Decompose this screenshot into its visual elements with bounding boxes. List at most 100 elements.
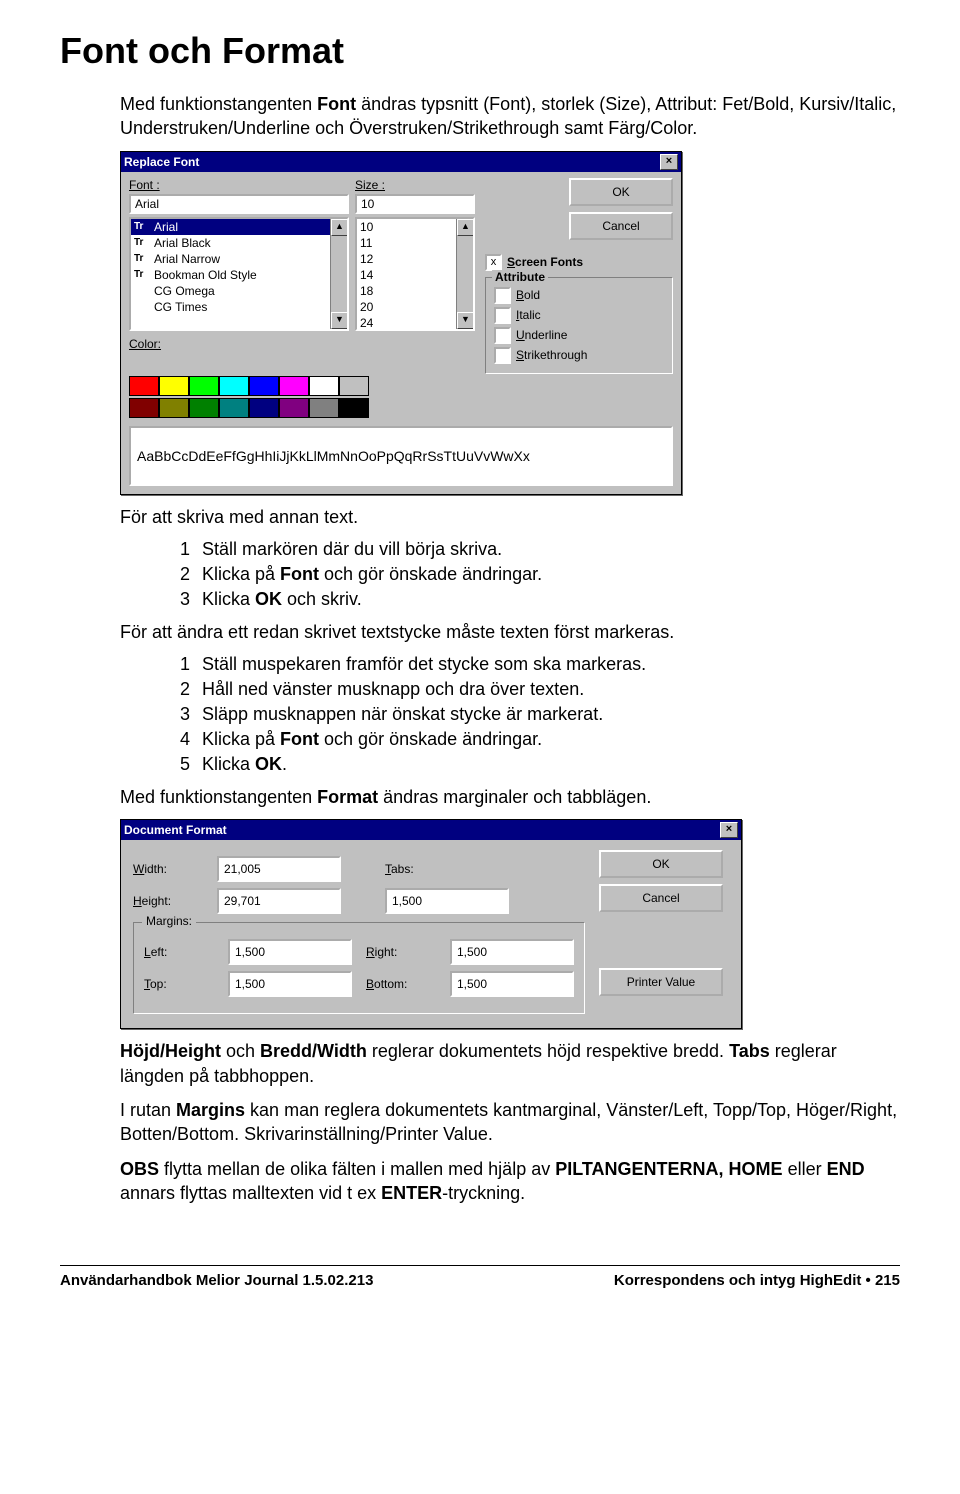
ok-button[interactable]: OK bbox=[599, 850, 723, 878]
dialog-titlebar[interactable]: Document Format × bbox=[121, 820, 741, 840]
list-item[interactable]: 24 bbox=[357, 315, 457, 331]
paragraph: I rutan Margins kan man reglera dokument… bbox=[120, 1098, 900, 1147]
dialog-title: Document Format bbox=[124, 823, 227, 837]
list-item[interactable]: CG Omega bbox=[131, 283, 331, 299]
scroll-up-icon[interactable]: ▲ bbox=[331, 219, 348, 236]
color-swatch[interactable] bbox=[159, 398, 189, 418]
color-label: Color: bbox=[129, 337, 349, 351]
paragraph: OBS flytta mellan de olika fälten i mall… bbox=[120, 1157, 900, 1206]
font-listbox[interactable]: TrArial TrArial Black TrArial Narrow TrB… bbox=[129, 217, 349, 331]
bottom-label: Bottom: bbox=[366, 977, 436, 991]
list-item[interactable]: 12 bbox=[357, 251, 457, 267]
height-input[interactable] bbox=[217, 888, 341, 914]
paragraph: Med funktionstangenten Format ändras mar… bbox=[120, 785, 900, 809]
color-swatch[interactable] bbox=[339, 376, 369, 396]
list-item[interactable]: CG Times bbox=[131, 299, 331, 315]
list-item: 1Ställ markören där du vill börja skriva… bbox=[160, 539, 900, 560]
list-item: 1Ställ muspekaren framför det stycke som… bbox=[160, 654, 900, 675]
dialog-title: Replace Font bbox=[124, 155, 199, 169]
dialog-titlebar[interactable]: Replace Font × bbox=[121, 152, 681, 172]
document-format-dialog: Document Format × Width: Tabs: Height: M… bbox=[120, 819, 742, 1029]
italic-label: Italic bbox=[516, 308, 541, 322]
list-item: 3Släpp musknappen när önskat stycke är m… bbox=[160, 704, 900, 725]
font-label: Font : bbox=[129, 178, 349, 192]
printer-value-button[interactable]: Printer Value bbox=[599, 968, 723, 996]
cancel-button[interactable]: Cancel bbox=[599, 884, 723, 912]
left-label: Left: bbox=[144, 945, 214, 959]
list-item: 4Klicka på Font och gör önskade ändringa… bbox=[160, 729, 900, 750]
paragraph: För att ändra ett redan skrivet textstyc… bbox=[120, 620, 900, 644]
color-swatch[interactable] bbox=[219, 376, 249, 396]
font-preview: AaBbCcDdEeFfGgHhIiJjKkLlMmNnOoPpQqRrSsTt… bbox=[129, 426, 673, 486]
page-title: Font och Format bbox=[60, 30, 900, 72]
width-label: Width: bbox=[133, 862, 203, 876]
margins-groupbox: Margins: Left: Right: Top: Bottom: bbox=[133, 922, 585, 1014]
list-item[interactable]: 11 bbox=[357, 235, 457, 251]
bottom-input[interactable] bbox=[450, 971, 574, 997]
ok-button[interactable]: OK bbox=[569, 178, 673, 206]
strikethrough-checkbox[interactable] bbox=[494, 347, 511, 364]
width-input[interactable] bbox=[217, 856, 341, 882]
top-input[interactable] bbox=[228, 971, 352, 997]
bold-checkbox[interactable] bbox=[494, 287, 511, 304]
color-swatch[interactable] bbox=[189, 376, 219, 396]
color-swatch[interactable] bbox=[219, 398, 249, 418]
left-input[interactable] bbox=[228, 939, 352, 965]
color-swatch[interactable] bbox=[309, 376, 339, 396]
color-swatch[interactable] bbox=[249, 376, 279, 396]
list-item[interactable]: TrArial bbox=[131, 219, 331, 235]
size-input[interactable] bbox=[355, 194, 475, 214]
color-swatch[interactable] bbox=[279, 398, 309, 418]
color-palette bbox=[129, 376, 673, 418]
color-swatch[interactable] bbox=[189, 398, 219, 418]
color-swatch[interactable] bbox=[309, 398, 339, 418]
right-input[interactable] bbox=[450, 939, 574, 965]
size-listbox[interactable]: 10 11 12 14 18 20 24 ▲ ▼ bbox=[355, 217, 475, 331]
list-item: 2Klicka på Font och gör önskade ändringa… bbox=[160, 564, 900, 585]
tabs-label: Tabs: bbox=[385, 862, 455, 876]
list-item[interactable]: 10 bbox=[357, 219, 457, 235]
size-label: Size : bbox=[355, 178, 475, 192]
list-item[interactable]: 20 bbox=[357, 299, 457, 315]
color-swatch[interactable] bbox=[339, 398, 369, 418]
color-swatch[interactable] bbox=[129, 376, 159, 396]
footer-left: Användarhandbok Melior Journal 1.5.02.21… bbox=[60, 1272, 373, 1289]
font-input[interactable] bbox=[129, 194, 349, 214]
close-icon[interactable]: × bbox=[660, 154, 678, 170]
color-swatch[interactable] bbox=[249, 398, 279, 418]
color-swatch[interactable] bbox=[279, 376, 309, 396]
underline-label: Underline bbox=[516, 328, 567, 342]
cancel-button[interactable]: Cancel bbox=[569, 212, 673, 240]
scroll-down-icon[interactable]: ▼ bbox=[457, 312, 474, 329]
list-item[interactable]: TrBookman Old Style bbox=[131, 267, 331, 283]
scroll-down-icon[interactable]: ▼ bbox=[331, 312, 348, 329]
tabs-input[interactable] bbox=[385, 888, 509, 914]
strikethrough-label: Strikethrough bbox=[516, 348, 587, 362]
attribute-groupbox: Attribute Bold Italic Underline Striketh… bbox=[485, 277, 673, 374]
height-label: Height: bbox=[133, 894, 203, 908]
bold-label: Bold bbox=[516, 288, 540, 302]
list-item: 2Håll ned vänster musknapp och dra över … bbox=[160, 679, 900, 700]
truetype-icon: Tr bbox=[134, 269, 150, 280]
list-item: 3Klicka OK och skriv. bbox=[160, 589, 900, 610]
list-item[interactable]: 14 bbox=[357, 267, 457, 283]
list-item[interactable]: TrArial Narrow bbox=[131, 251, 331, 267]
truetype-icon: Tr bbox=[134, 253, 150, 264]
intro-paragraph: Med funktionstangenten Font ändras typsn… bbox=[120, 92, 900, 141]
top-label: Top: bbox=[144, 977, 214, 991]
list-item[interactable]: TrArial Black bbox=[131, 235, 331, 251]
underline-checkbox[interactable] bbox=[494, 327, 511, 344]
color-swatch[interactable] bbox=[129, 398, 159, 418]
right-label: Right: bbox=[366, 945, 436, 959]
screen-fonts-checkbox[interactable]: x bbox=[485, 254, 502, 271]
footer-right: Korrespondens och intyg HighEdit • 215 bbox=[614, 1272, 900, 1289]
scroll-up-icon[interactable]: ▲ bbox=[457, 219, 474, 236]
italic-checkbox[interactable] bbox=[494, 307, 511, 324]
close-icon[interactable]: × bbox=[720, 822, 738, 838]
color-swatch[interactable] bbox=[159, 376, 189, 396]
truetype-icon: Tr bbox=[134, 221, 150, 232]
truetype-icon: Tr bbox=[134, 237, 150, 248]
paragraph: Höjd/Height och Bredd/Width reglerar dok… bbox=[120, 1039, 900, 1088]
screen-fonts-label: Screen Fonts bbox=[507, 255, 583, 269]
list-item[interactable]: 18 bbox=[357, 283, 457, 299]
